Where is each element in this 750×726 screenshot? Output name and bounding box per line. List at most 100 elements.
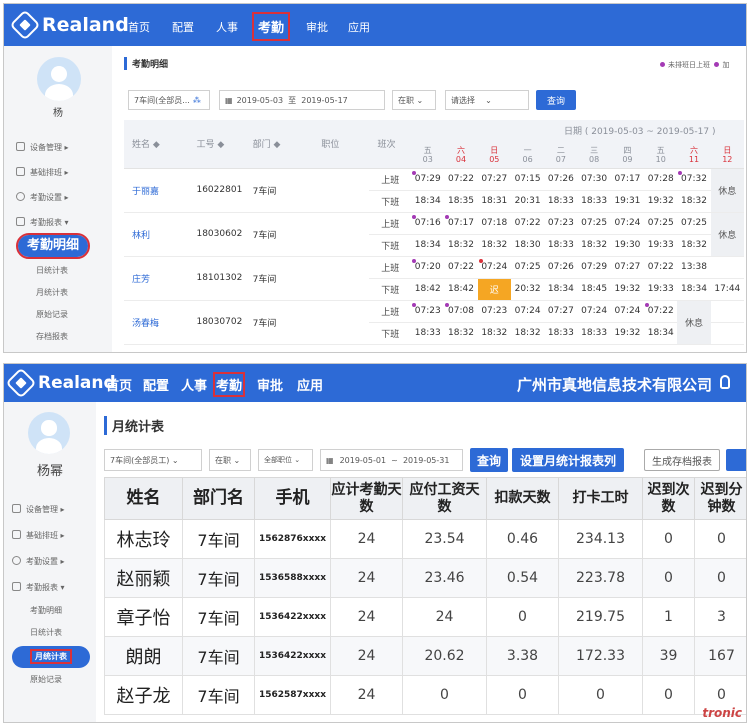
time-cell[interactable]: 19:30 — [610, 234, 645, 257]
time-cell[interactable]: 18:34 — [644, 322, 678, 345]
date-range[interactable]: ▦ 2019-05-03 至 2019-05-17 — [219, 90, 385, 110]
nav-config[interactable]: 配置 — [143, 375, 169, 394]
menu-schedule[interactable]: 基础排班 ▸ — [12, 530, 65, 541]
menu-device[interactable]: 设备管理 ▸ — [16, 142, 69, 153]
nav-attendance[interactable]: 考勤 — [212, 372, 246, 397]
time-cell[interactable]: 19:32 — [610, 278, 645, 301]
time-cell[interactable]: 18:33 — [544, 190, 578, 213]
time-cell[interactable]: 07:25 — [510, 256, 545, 279]
logo[interactable]: Realand — [9, 9, 129, 41]
status-select[interactable]: 在职 ⌄ — [209, 449, 251, 471]
menu-monthly[interactable]: 月统计表 — [36, 287, 68, 298]
time-cell[interactable]: 18:33 — [544, 234, 578, 257]
time-cell[interactable]: 07:23 — [477, 300, 511, 323]
nav-hr[interactable]: 人事 — [181, 375, 207, 394]
time-cell[interactable]: 07:24 — [577, 300, 611, 323]
time-cell[interactable]: 18:42 — [444, 278, 478, 301]
time-cell[interactable]: 07:23 — [544, 212, 578, 235]
menu-settings[interactable]: 考勤设置 ▸ — [12, 556, 65, 567]
time-cell[interactable]: 18:33 — [411, 322, 445, 345]
time-cell[interactable]: 18:33 — [577, 322, 611, 345]
time-cell[interactable]: 18:34 — [544, 278, 578, 301]
time-cell[interactable]: 18:32 — [477, 234, 511, 257]
logo[interactable]: Realand — [5, 367, 116, 399]
col-name[interactable]: 姓名 ◆ — [124, 120, 189, 169]
nav-approval[interactable]: 审批 — [257, 375, 283, 394]
employee-name[interactable]: 于丽嘉 — [124, 168, 189, 213]
time-cell[interactable]: 18:42 — [411, 278, 445, 301]
dept-select[interactable]: 7车间(全部员工) ⌄ — [104, 449, 202, 471]
time-cell[interactable]: 07:15 — [510, 168, 545, 191]
menu-daily[interactable]: 日统计表 — [30, 627, 62, 638]
menu-archive[interactable]: 存档报表 — [36, 331, 68, 342]
time-cell[interactable]: 17:44 — [710, 278, 744, 301]
time-cell[interactable]: 18:45 — [577, 278, 611, 301]
menu-raw[interactable]: 原始记录 — [36, 309, 68, 320]
time-cell[interactable]: 19:31 — [610, 190, 645, 213]
time-cell[interactable]: 07:17 — [610, 168, 645, 191]
time-cell[interactable]: 18:34 — [677, 278, 711, 301]
nav-apps[interactable]: 应用 — [297, 375, 323, 394]
time-cell[interactable]: 18:34 — [411, 234, 445, 257]
nav-home[interactable]: 首页 — [128, 19, 150, 35]
nav-home[interactable]: 首页 — [106, 375, 132, 394]
nav-approval[interactable]: 审批 — [306, 19, 328, 35]
menu-schedule[interactable]: 基础排班 ▸ — [16, 167, 69, 178]
time-cell[interactable]: 07:22 — [644, 300, 678, 323]
time-cell[interactable]: 19:33 — [644, 278, 678, 301]
time-cell[interactable]: 07:22 — [444, 168, 478, 191]
time-cell[interactable]: 07:27 — [610, 256, 645, 279]
time-cell[interactable]: 18:33 — [577, 190, 611, 213]
employee-name[interactable]: 庄芳 — [124, 256, 189, 301]
menu-attendance-detail[interactable]: 考勤明细 — [16, 233, 90, 259]
time-cell[interactable]: 19:32 — [644, 190, 678, 213]
time-cell[interactable]: 07:24 — [610, 212, 645, 235]
col-dept[interactable]: 部门 ◆ — [244, 120, 314, 169]
time-cell[interactable]: 07:29 — [411, 168, 445, 191]
time-cell[interactable]: 07:25 — [677, 212, 711, 235]
menu-daily[interactable]: 日统计表 — [36, 265, 68, 276]
menu-attendance-detail[interactable]: 考勤明细 — [30, 605, 62, 616]
time-cell[interactable]: 18:32 — [577, 234, 611, 257]
query-button[interactable]: 查询 — [536, 90, 576, 110]
time-cell[interactable]: 19:33 — [644, 234, 678, 257]
time-cell[interactable]: 07:20 — [411, 256, 445, 279]
time-cell[interactable]: 07:22 — [644, 256, 678, 279]
time-cell[interactable]: 20:32 — [510, 278, 545, 301]
set-columns-button[interactable]: 设置月统计报表列 — [512, 448, 624, 472]
nav-apps[interactable]: 应用 — [348, 19, 370, 35]
option-select[interactable]: 请选择 ⌄ — [445, 90, 529, 110]
time-cell[interactable]: 20:31 — [510, 190, 545, 213]
nav-hr[interactable]: 人事 — [216, 19, 238, 35]
time-cell[interactable]: 07:22 — [510, 212, 545, 235]
user-menu-icon[interactable] — [720, 375, 730, 389]
employee-name[interactable]: 林利 — [124, 212, 189, 257]
time-cell[interactable]: 18:32 — [677, 190, 711, 213]
archive-button[interactable]: 生成存档报表 — [644, 449, 720, 471]
time-cell[interactable]: 07:23 — [411, 300, 445, 323]
time-cell[interactable]: 07:25 — [577, 212, 611, 235]
time-cell[interactable]: 07:18 — [477, 212, 511, 235]
nav-config[interactable]: 配置 — [172, 19, 194, 35]
time-cell[interactable]: 18:35 — [444, 190, 478, 213]
menu-monthly[interactable]: 月统计表 — [12, 646, 90, 668]
time-cell[interactable]: 18:30 — [510, 234, 545, 257]
query-button[interactable]: 查询 — [470, 448, 508, 472]
time-cell[interactable]: 07:08 — [444, 300, 478, 323]
time-cell[interactable]: 07:26 — [544, 168, 578, 191]
status-select[interactable]: 在职 ⌄ — [392, 90, 436, 110]
time-cell[interactable]: 18:31 — [477, 190, 511, 213]
menu-raw[interactable]: 原始记录 — [30, 674, 62, 685]
col-id[interactable]: 工号 ◆ — [188, 120, 245, 169]
time-cell[interactable]: 07:30 — [577, 168, 611, 191]
time-cell[interactable]: 19:32 — [610, 322, 645, 345]
time-cell[interactable]: 07:24 — [610, 300, 645, 323]
dept-select[interactable]: 7车间(全部员... ⁂ — [128, 90, 210, 110]
time-cell[interactable]: 07:22 — [444, 256, 478, 279]
menu-settings[interactable]: 考勤设置 ▸ — [16, 192, 69, 203]
time-cell[interactable]: 迟 — [477, 278, 511, 301]
menu-reports[interactable]: 考勤报表 ▾ — [12, 582, 65, 593]
menu-reports[interactable]: 考勤报表 ▾ — [16, 217, 69, 228]
time-cell[interactable]: 18:32 — [444, 234, 478, 257]
avatar[interactable] — [28, 412, 70, 454]
